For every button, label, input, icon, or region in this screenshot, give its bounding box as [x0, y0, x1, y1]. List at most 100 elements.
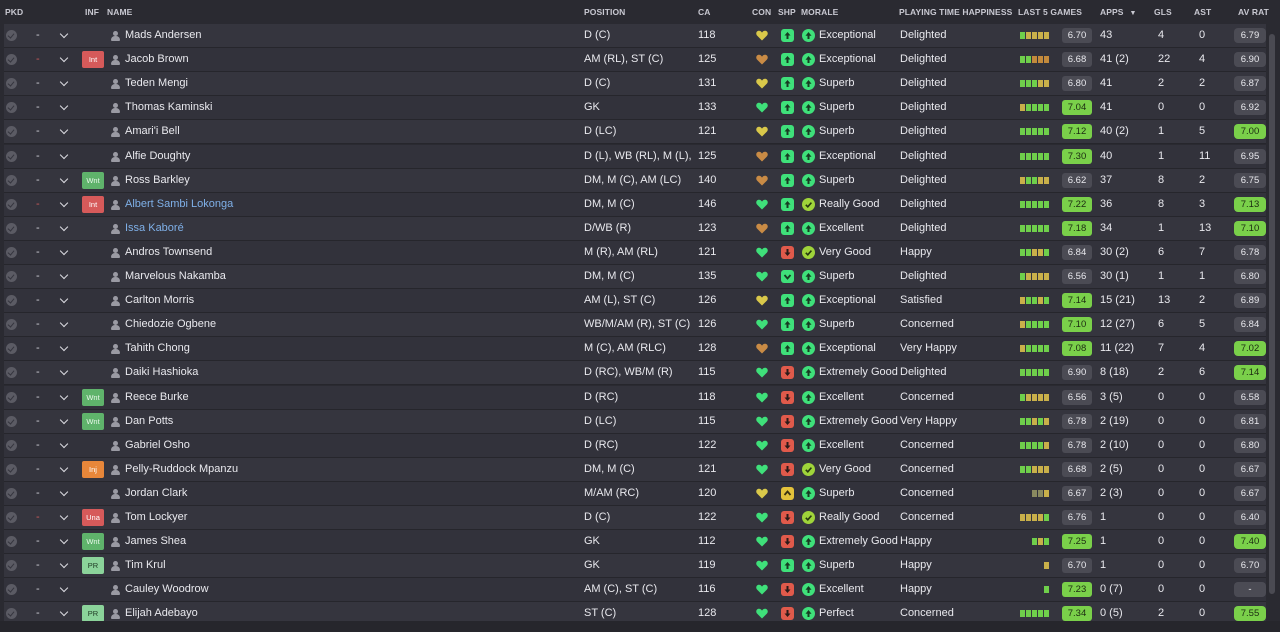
player-name[interactable]: Issa Kaboré: [125, 217, 325, 240]
player-name[interactable]: Alfie Doughty: [125, 145, 325, 168]
col-av-rat[interactable]: AV RAT: [1238, 7, 1269, 17]
inf-badge[interactable]: Int: [82, 195, 104, 213]
player-name[interactable]: Carlton Morris: [125, 289, 325, 312]
pick-checkbox-icon[interactable]: [6, 222, 17, 234]
pick-checkbox-icon[interactable]: [6, 608, 17, 620]
table-row[interactable]: - Amari'i Bell D (LC) 121 Superb Delighted 7.1…: [4, 120, 1266, 145]
col-morale[interactable]: MORALE: [801, 7, 838, 17]
pick-checkbox-icon[interactable]: [6, 174, 17, 186]
pick-checkbox-icon[interactable]: [6, 439, 17, 451]
table-row[interactable]: - Cauley Woodrow AM (C), ST (C) 116 Excellen…: [4, 578, 1266, 603]
table-row[interactable]: - Wnt Dan Potts D (LC) 115 Extremely Good Very…: [4, 409, 1266, 434]
chevron-down-icon[interactable]: [60, 103, 69, 112]
chevron-down-icon[interactable]: [60, 224, 69, 233]
chevron-down-icon[interactable]: [60, 31, 69, 40]
col-playing-time-happiness[interactable]: PLAYING TIME HAPPINESS: [899, 7, 1012, 17]
inf-badge[interactable]: Wnt: [82, 388, 104, 406]
chevron-down-icon[interactable]: [60, 344, 69, 353]
chevron-down-icon[interactable]: [60, 513, 69, 522]
chevron-down-icon[interactable]: [60, 393, 69, 402]
table-row[interactable]: - Thomas Kaminski GK 133 Superb Delighted 7.04…: [4, 96, 1266, 121]
chevron-down-icon[interactable]: [60, 561, 69, 570]
chevron-down-icon[interactable]: [60, 320, 69, 329]
table-row[interactable]: - Inj Pelly-Ruddock Mpanzu DM, M (C) 121 Very…: [4, 457, 1266, 482]
table-row[interactable]: - Wnt James Shea GK 112 Extremely Good Happy 7.…: [4, 530, 1266, 555]
pick-checkbox-icon[interactable]: [6, 536, 17, 548]
pick-checkbox-icon[interactable]: [6, 126, 17, 138]
chevron-down-icon[interactable]: [60, 200, 69, 209]
pick-checkbox-icon[interactable]: [6, 367, 17, 379]
pick-checkbox-icon[interactable]: [6, 415, 17, 427]
table-row[interactable]: - Teden Mengi D (C) 131 Superb Delighted 6.80 4…: [4, 72, 1266, 97]
col-ca[interactable]: CA: [698, 7, 710, 17]
player-name[interactable]: Dan Potts: [125, 410, 325, 433]
pick-checkbox-icon[interactable]: [6, 246, 17, 258]
chevron-down-icon[interactable]: [60, 176, 69, 185]
player-name[interactable]: Teden Mengi: [125, 72, 325, 95]
player-name[interactable]: Gabriel Osho: [125, 434, 325, 457]
player-name[interactable]: Tim Krul: [125, 554, 325, 577]
pick-checkbox-icon[interactable]: [6, 78, 17, 90]
col-inf[interactable]: INF: [85, 7, 99, 17]
col-pkd[interactable]: PKD: [5, 7, 23, 17]
table-row[interactable]: - Wnt Reece Burke D (RC) 118 Excellent Concern…: [4, 385, 1266, 410]
pick-checkbox-icon[interactable]: [6, 319, 17, 331]
table-row[interactable]: - Daiki Hashioka D (RC), WB/M (R) 115 Extrem…: [4, 361, 1266, 386]
chevron-down-icon[interactable]: [60, 609, 69, 618]
col-last-5-games[interactable]: LAST 5 GAMES: [1018, 7, 1082, 17]
player-name[interactable]: Andros Townsend: [125, 241, 325, 264]
pick-checkbox-icon[interactable]: [6, 102, 17, 114]
pick-checkbox-icon[interactable]: [6, 391, 17, 403]
scrollbar-thumb[interactable]: [1269, 34, 1275, 594]
table-row[interactable]: - Marvelous Nakamba DM, M (C) 135 Superb Deli…: [4, 265, 1266, 289]
pick-checkbox-icon[interactable]: [6, 487, 17, 499]
col-name[interactable]: NAME: [107, 7, 132, 17]
player-name[interactable]: Pelly-Ruddock Mpanzu: [125, 458, 325, 481]
table-row[interactable]: - Gabriel Osho D (RC) 122 Excellent Concerned…: [4, 433, 1266, 458]
table-row[interactable]: - Jordan Clark M/AM (RC) 120 Superb Concerned…: [4, 481, 1266, 506]
pick-checkbox-icon[interactable]: [6, 584, 17, 596]
col-con[interactable]: CON: [752, 7, 771, 17]
inf-badge[interactable]: Una: [82, 509, 104, 526]
chevron-down-icon[interactable]: [60, 489, 69, 498]
player-name[interactable]: Mads Andersen: [125, 24, 325, 47]
inf-badge[interactable]: Wnt: [82, 533, 104, 551]
inf-badge[interactable]: Inj: [82, 460, 104, 478]
chevron-down-icon[interactable]: [60, 79, 69, 88]
chevron-down-icon[interactable]: [60, 152, 69, 161]
chevron-down-icon[interactable]: [60, 465, 69, 474]
inf-badge[interactable]: PR: [82, 557, 104, 575]
col-ast[interactable]: AST: [1194, 7, 1211, 17]
player-name[interactable]: Cauley Woodrow: [125, 578, 325, 601]
col-apps[interactable]: APPS ▼: [1100, 7, 1137, 17]
chevron-down-icon[interactable]: [60, 127, 69, 136]
player-name[interactable]: Chiedozie Ogbene: [125, 313, 325, 336]
pick-checkbox-icon[interactable]: [6, 150, 17, 162]
table-row[interactable]: - Andros Townsend M (R), AM (RL) 121 Very Go…: [4, 240, 1266, 265]
player-name[interactable]: James Shea: [125, 530, 325, 553]
pick-checkbox-icon[interactable]: [6, 512, 17, 523]
player-name[interactable]: Tom Lockyer: [125, 506, 325, 529]
inf-badge[interactable]: Wnt: [82, 171, 104, 189]
table-row[interactable]: - Issa Kaboré D/WB (R) 123 Excellent Delighte…: [4, 216, 1266, 241]
chevron-down-icon[interactable]: [60, 296, 69, 305]
pick-checkbox-icon[interactable]: [6, 295, 17, 307]
player-name[interactable]: Ross Barkley: [125, 169, 325, 192]
col-shp[interactable]: SHP: [778, 7, 796, 17]
pick-checkbox-icon[interactable]: [6, 271, 17, 282]
player-name[interactable]: Marvelous Nakamba: [125, 265, 325, 288]
inf-badge[interactable]: Wnt: [82, 412, 104, 430]
chevron-down-icon[interactable]: [60, 368, 69, 377]
table-row[interactable]: - Int Albert Sambi Lokonga DM, M (C) 146 Real…: [4, 192, 1266, 217]
player-name[interactable]: Daiki Hashioka: [125, 361, 325, 384]
table-row[interactable]: - Carlton Morris AM (L), ST (C) 126 Exceptio…: [4, 289, 1266, 314]
player-name[interactable]: Tahith Chong: [125, 337, 325, 360]
chevron-down-icon[interactable]: [60, 248, 69, 257]
pick-checkbox-icon[interactable]: [6, 30, 17, 41]
player-name[interactable]: Thomas Kaminski: [125, 96, 325, 119]
table-row[interactable]: - Wnt Ross Barkley DM, M (C), AM (LC) 140 Sup…: [4, 168, 1266, 193]
table-row[interactable]: - Mads Andersen D (C) 118 Exceptional Delight…: [4, 24, 1266, 48]
table-row[interactable]: - PR Tim Krul GK 119 Superb Happy 6.70 1 0 0 6.70: [4, 554, 1266, 579]
inf-badge[interactable]: PR: [82, 605, 104, 623]
table-row[interactable]: - Una Tom Lockyer D (C) 122 Really Good Concer…: [4, 506, 1266, 530]
